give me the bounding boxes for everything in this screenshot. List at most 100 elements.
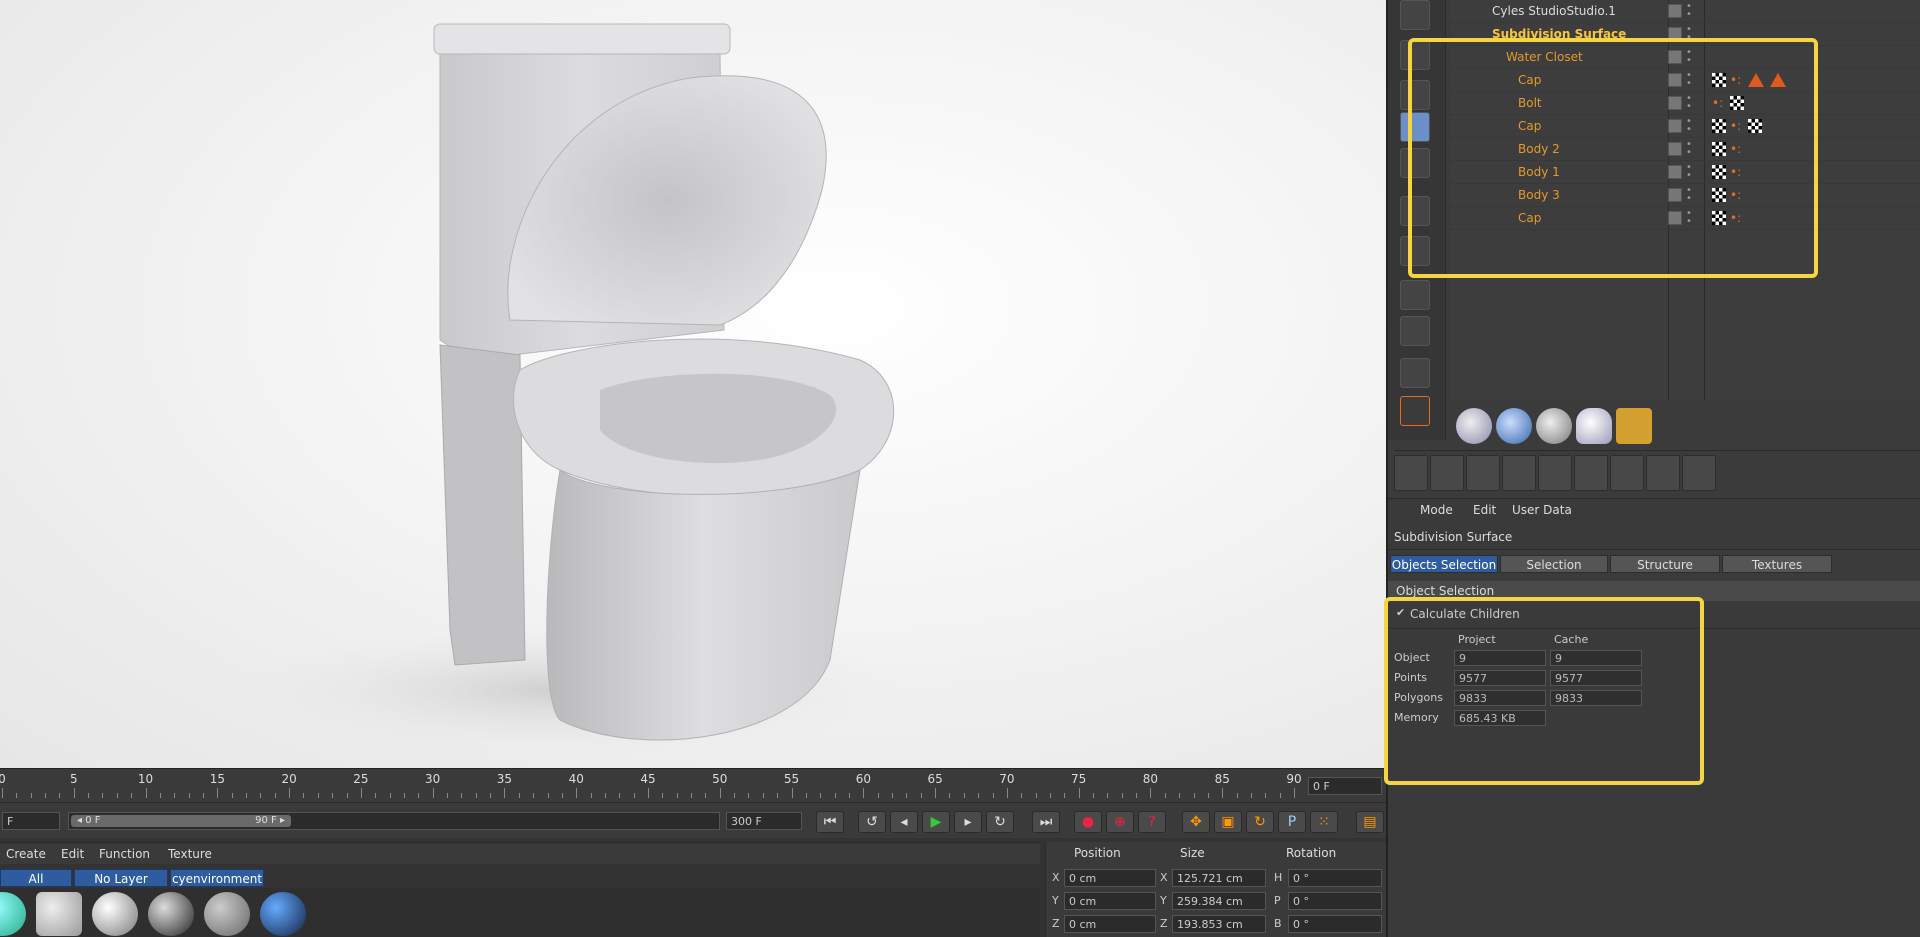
timeline-ruler[interactable]: 0 5 10 15 20 25 30 35 40 45 50 55 60 65 70 75 80 85 90 0 F (0, 768, 1386, 802)
timeline-tick (2, 788, 3, 798)
timeline-tick-label: 25 (353, 772, 369, 786)
timeline-tick-label: 20 (281, 772, 297, 786)
timeline-tick-label: 40 (568, 772, 584, 786)
next-key-button[interactable]: ↻ (986, 811, 1014, 833)
timeline-tick (332, 793, 334, 798)
prev-key-button[interactable]: ↺ (858, 811, 886, 833)
grid-dots-icon[interactable] (1400, 316, 1430, 346)
position-x-field[interactable]: 0 cm (1064, 869, 1156, 887)
autokey-button[interactable]: ⊕ (1106, 811, 1134, 833)
sphere-icon[interactable] (1456, 408, 1492, 444)
attributes-menu-bar: Mode Edit User Data (1388, 498, 1920, 522)
timeline-tick-label: 70 (999, 772, 1015, 786)
spline-icon[interactable] (1682, 455, 1716, 491)
pla-key-button[interactable]: ⁙ (1310, 811, 1338, 833)
sphere-icon[interactable] (1496, 408, 1532, 444)
goto-start-button[interactable]: ⏮ (816, 811, 844, 833)
rotation-key-button[interactable]: ↻ (1246, 811, 1274, 833)
rotation-b-field[interactable]: 0 ° (1288, 915, 1382, 933)
current-frame-field[interactable]: 0 F (1308, 777, 1382, 795)
filter-no-layer[interactable]: No Layer (74, 869, 168, 887)
menu-texture[interactable]: Texture (168, 847, 212, 861)
object-row[interactable]: Cyles StudioStudio.1 • • (1450, 0, 1920, 23)
axis-icon[interactable] (1400, 396, 1430, 426)
filter-cyenvironment[interactable]: cyenvironment (170, 869, 264, 887)
material-swatches (0, 888, 1040, 937)
position-key-button[interactable]: ✥ (1182, 811, 1210, 833)
timeline-tick (561, 793, 563, 798)
size-z-field[interactable]: 193.853 cm (1172, 915, 1266, 933)
hierarchy-icon[interactable] (1610, 455, 1644, 491)
timeline-tick (1078, 788, 1080, 798)
start-frame-field[interactable]: F (2, 812, 60, 830)
highlight-box-stats (1384, 597, 1704, 785)
lasso-select-icon[interactable] (1502, 455, 1536, 491)
rotation-h-field[interactable]: 0 ° (1288, 869, 1382, 887)
axis-label: X (1160, 871, 1168, 884)
size-x-field[interactable]: 125.721 cm (1172, 869, 1266, 887)
goto-end-button[interactable]: ⏭ (1032, 811, 1060, 833)
frame-range-slider[interactable]: ◂ 0 F 90 F ▸ (68, 812, 720, 830)
menu-create[interactable]: Create (6, 847, 46, 861)
step-back-button[interactable]: ◂ (890, 811, 918, 833)
tab-selection[interactable]: Selection (1500, 555, 1608, 573)
menu-function[interactable]: Function (99, 847, 150, 861)
pen-icon[interactable] (1616, 408, 1652, 444)
menu-mode[interactable]: Mode (1420, 503, 1453, 517)
timeline-tick (719, 788, 721, 798)
axis-label: X (1052, 871, 1060, 884)
end-frame-field[interactable]: 300 F (726, 812, 802, 830)
render-dots-icon[interactable]: • • (1686, 2, 1692, 20)
tab-structure[interactable]: Structure (1610, 555, 1720, 573)
ghost-icon[interactable] (1576, 408, 1612, 444)
timeline-window-button[interactable]: ▤ (1356, 811, 1384, 833)
axis-label: P (1274, 894, 1281, 907)
rotation-p-field[interactable]: 0 ° (1288, 892, 1382, 910)
timeline-tick (662, 793, 664, 798)
attributes-title: Subdivision Surface (1394, 530, 1513, 544)
axis-label: H (1274, 871, 1283, 884)
size-y-field[interactable]: 259.384 cm (1172, 892, 1266, 910)
menu-user-data[interactable]: User Data (1512, 503, 1572, 517)
points-icon[interactable] (1646, 455, 1680, 491)
timeline-tick-label: 0 (0, 772, 6, 786)
timeline-tick-label: 75 (1071, 772, 1087, 786)
grid-icon[interactable] (1574, 455, 1608, 491)
timeline-tick (16, 793, 18, 798)
cube-icon[interactable] (1538, 455, 1572, 491)
play-button[interactable]: ▶ (922, 811, 950, 833)
menu-edit[interactable]: Edit (1473, 503, 1496, 517)
3d-viewport[interactable] (0, 0, 1386, 768)
sphere-icon[interactable] (1536, 408, 1572, 444)
toilet-render (200, 23, 920, 760)
material-swatch[interactable] (36, 892, 82, 936)
material-swatch[interactable] (148, 892, 194, 936)
param-key-button[interactable]: P (1278, 811, 1306, 833)
tab-objects-selection[interactable]: Objects Selection (1390, 555, 1498, 573)
grid-icon[interactable] (1400, 280, 1430, 310)
object-manager: Cyles StudioStudio.1 • • Subdivision Surf… (1408, 0, 1920, 400)
filter-all[interactable]: All (0, 869, 72, 887)
material-filter-bar: All No Layer cyenvironment (0, 868, 1040, 888)
position-z-field[interactable]: 0 cm (1064, 915, 1156, 933)
position-y-field[interactable]: 0 cm (1064, 892, 1156, 910)
range-end-label: 90 F ▸ (255, 815, 285, 826)
scale-key-button[interactable]: ▣ (1214, 811, 1242, 833)
axis-label: Y (1160, 894, 1167, 907)
select-arrow-icon[interactable] (1394, 455, 1428, 491)
record-button[interactable]: ● (1074, 811, 1102, 833)
material-swatch[interactable] (92, 892, 138, 936)
step-forward-button[interactable]: ▸ (954, 811, 982, 833)
keyframe-selection-button[interactable]: ? (1138, 811, 1166, 833)
frame-range-handle[interactable]: ◂ 0 F 90 F ▸ (71, 815, 291, 827)
material-swatch[interactable] (0, 892, 26, 936)
visibility-toggle[interactable] (1668, 4, 1682, 18)
cube-icon[interactable] (1400, 0, 1430, 30)
rect-select-icon[interactable] (1430, 455, 1464, 491)
rect-select-icon[interactable] (1466, 455, 1500, 491)
tab-textures[interactable]: Textures (1722, 555, 1832, 573)
workplane-icon[interactable] (1400, 358, 1430, 388)
menu-edit[interactable]: Edit (61, 847, 84, 861)
material-swatch[interactable] (204, 892, 250, 936)
material-swatch[interactable] (260, 892, 306, 936)
